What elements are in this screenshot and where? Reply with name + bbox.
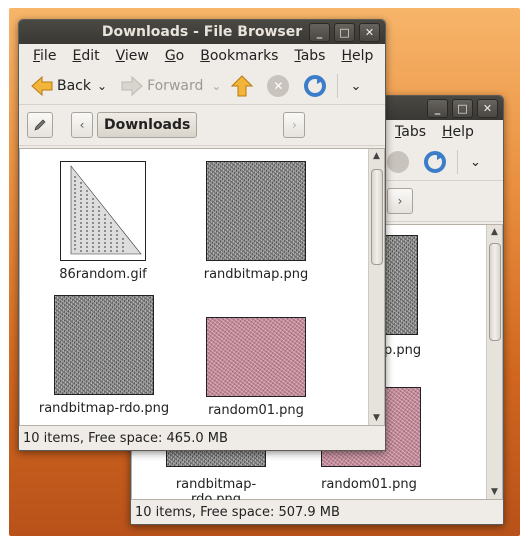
menu-bookmarks[interactable]: Bookmarks: [192, 48, 286, 64]
file-item-randbitmap-rdo[interactable]: randbitmap-rdo.png: [34, 295, 174, 416]
up-arrow-icon[interactable]: [231, 75, 254, 97]
forward-button[interactable]: Forward: [115, 72, 209, 100]
file-item-random01[interactable]: random01.png: [196, 317, 316, 418]
menu-view[interactable]: View: [108, 48, 157, 64]
path-current-button[interactable]: Downloads: [97, 112, 198, 138]
menu-help[interactable]: Help: [333, 48, 381, 64]
file-label: p.png: [384, 343, 422, 358]
scroll-up-icon[interactable]: ▲: [487, 227, 502, 237]
file-label: 86random.gif: [59, 267, 147, 282]
scrollbar-thumb[interactable]: [489, 243, 501, 341]
toolbar-overflow-icon[interactable]: ⌄: [350, 79, 361, 94]
triangle-pattern-icon: [70, 165, 142, 255]
file-item-86random[interactable]: 86random.gif: [50, 161, 156, 282]
back-history-dropdown-icon[interactable]: ⌄: [97, 79, 107, 93]
menu-tabs[interactable]: Tabs: [387, 124, 434, 140]
file-label: random01.png: [321, 477, 417, 492]
vertical-scrollbar[interactable]: ▲ ▼: [368, 149, 384, 425]
menubar: File Edit View Go Bookmarks Tabs Help: [19, 44, 385, 68]
maximize-button[interactable]: □: [452, 99, 473, 118]
front-file-browser-window[interactable]: Downloads - File Browser _ □ ✕ File Edit…: [18, 19, 386, 451]
file-label: randbitmap-rdo.png: [38, 401, 170, 416]
pencil-icon: [34, 119, 46, 131]
menu-go[interactable]: Go: [157, 48, 192, 64]
gray-noise-image: [206, 161, 306, 261]
maximize-button[interactable]: □: [334, 23, 355, 42]
stop-icon[interactable]: [387, 151, 409, 173]
forward-label: Forward: [147, 78, 204, 94]
statusbar: 10 items, Free space: 465.0 MB: [19, 426, 385, 450]
forward-history-dropdown-icon[interactable]: ⌄: [211, 79, 221, 93]
back-statusbar: 10 items, Free space: 507.9 MB: [131, 500, 503, 524]
back-arrow-icon: [31, 76, 53, 96]
edit-location-button[interactable]: [27, 112, 53, 138]
menu-help[interactable]: Help: [434, 124, 482, 140]
scroll-down-icon[interactable]: ▼: [369, 413, 384, 423]
path-next-button[interactable]: ›: [283, 112, 306, 138]
forward-arrow-icon: [121, 76, 143, 96]
gray-noise-image: [54, 295, 154, 395]
file-item-randbitmap[interactable]: randbitmap.png: [196, 161, 316, 282]
path-next-button[interactable]: ›: [387, 188, 413, 214]
reload-icon[interactable]: [423, 150, 447, 174]
file-label: random01.png: [208, 403, 304, 418]
location-bar: ‹ Downloads ›: [19, 105, 385, 146]
vertical-scrollbar[interactable]: ▲ ▼: [486, 225, 502, 499]
triangle-image: [60, 161, 146, 261]
scroll-up-icon[interactable]: ▲: [369, 151, 384, 161]
front-window-titlebar[interactable]: Downloads - File Browser _ □ ✕: [19, 20, 385, 44]
minimize-button[interactable]: _: [427, 99, 448, 118]
close-button[interactable]: ✕: [477, 99, 498, 118]
back-button[interactable]: Back: [25, 72, 97, 100]
menu-tabs[interactable]: Tabs: [286, 48, 333, 64]
menu-file[interactable]: File: [25, 48, 64, 64]
reload-icon[interactable]: [303, 74, 327, 98]
file-label: randbitmap.png: [203, 267, 309, 282]
back-label: Back: [57, 78, 91, 94]
icon-view[interactable]: 86random.gif randbitmap.png randbitmap-r…: [19, 148, 385, 426]
stop-icon[interactable]: ✕: [267, 75, 290, 97]
toolbar: Back ⌄ Forward ⌄ ✕ ⌄: [19, 68, 385, 105]
close-button[interactable]: ✕: [359, 23, 380, 42]
path-previous-button[interactable]: ‹: [71, 112, 93, 138]
minimize-button[interactable]: _: [309, 23, 330, 42]
chevron-down-icon[interactable]: ⌄: [470, 155, 481, 170]
scrollbar-thumb[interactable]: [371, 169, 383, 265]
menu-edit[interactable]: Edit: [64, 48, 107, 64]
scroll-down-icon[interactable]: ▼: [487, 487, 502, 497]
pink-noise-image: [206, 317, 306, 397]
